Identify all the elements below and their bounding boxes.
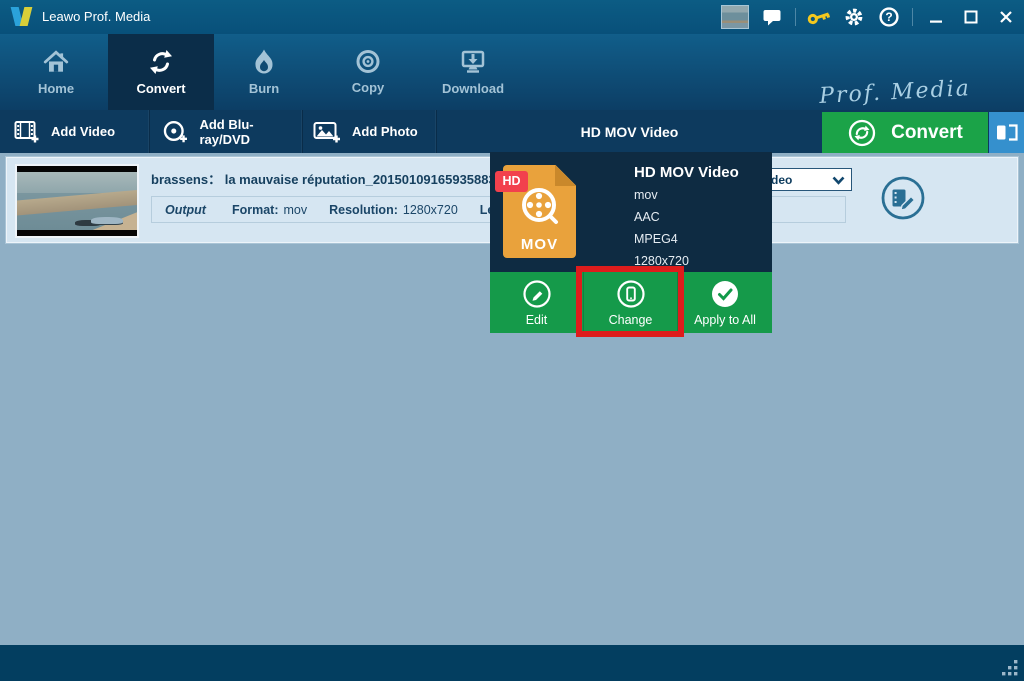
film-edit-icon: [881, 176, 925, 220]
apply-check-icon: [712, 280, 738, 307]
panel-toggle-icon: [996, 124, 1018, 141]
brand-script-logo: Prof. Media: [818, 76, 972, 109]
format-label: Format:: [231, 202, 279, 217]
titlebar: Leawo Prof. Media ?: [0, 0, 1024, 34]
statusbar: [0, 645, 1024, 681]
resolution-label: Resolution:: [329, 202, 398, 217]
resolution-value: 1280x720: [402, 202, 458, 217]
panel-toggle-button[interactable]: [989, 112, 1024, 153]
burn-flame-icon: [255, 49, 273, 74]
mov-ext-label: MOV: [520, 236, 559, 253]
help-icon[interactable]: ?: [877, 5, 901, 29]
popup-profile-title: HD MOV Video: [634, 164, 739, 181]
video-thumbnail[interactable]: [15, 164, 139, 238]
settings-gear-icon[interactable]: [842, 5, 866, 29]
action-toolbar: Add Video Add Blu-ray/DVD Add Photo HD M…: [0, 110, 1024, 153]
video-title: brassens： la mauvaise réputation_2015010…: [151, 172, 496, 187]
convert-icon: [150, 50, 172, 74]
tab-burn[interactable]: Burn: [214, 34, 314, 110]
add-disc-icon: [163, 120, 187, 142]
add-photo-button[interactable]: Add Photo: [303, 110, 437, 153]
apply-to-all-button[interactable]: Apply to All: [678, 272, 772, 333]
edit-video-button[interactable]: [880, 175, 926, 226]
tab-download[interactable]: Download: [418, 34, 528, 110]
main-nav: Home Convert Burn Copy Download Prof. Me…: [0, 34, 1024, 133]
output-profile-label[interactable]: HD MOV Video: [437, 110, 822, 153]
tab-copy[interactable]: Copy: [318, 34, 418, 110]
profile-popup-panel: MOV HD HD MOV Video mov AAC MPEG4 1280x7…: [490, 152, 772, 272]
output-label: Output: [165, 202, 206, 217]
window-title: Leawo Prof. Media: [42, 9, 151, 24]
edit-pencil-icon: [522, 279, 551, 308]
feedback-bubble-icon[interactable]: [760, 5, 784, 29]
tab-convert[interactable]: Convert: [108, 34, 214, 110]
add-video-button[interactable]: Add Video: [0, 110, 150, 153]
svg-text:?: ?: [885, 10, 892, 24]
edit-profile-button[interactable]: Edit: [490, 272, 584, 333]
download-icon: [461, 50, 485, 73]
maximize-button[interactable]: [959, 5, 983, 29]
change-device-icon: [616, 279, 645, 308]
popup-spec-codec: MPEG4: [634, 232, 678, 246]
mov-file-icon: MOV HD: [495, 165, 576, 258]
convert-circle-icon: [848, 119, 876, 146]
tab-home[interactable]: Home: [4, 34, 108, 110]
home-icon: [43, 50, 69, 72]
profile-popup: MOV HD HD MOV Video mov AAC MPEG4 1280x7…: [490, 152, 772, 333]
popup-spec-resolution: 1280x720: [634, 254, 689, 268]
copy-disc-icon: [356, 50, 380, 73]
resize-grip[interactable]: [1002, 660, 1020, 678]
hd-badge: HD: [495, 171, 528, 192]
format-value: mov: [283, 202, 308, 217]
chevron-down-icon: [832, 176, 845, 185]
popup-spec-format: mov: [634, 188, 658, 202]
register-key-icon[interactable]: [807, 5, 831, 29]
convert-button[interactable]: Convert: [822, 112, 988, 153]
titlebar-divider: [795, 8, 796, 26]
change-profile-button[interactable]: Change: [584, 272, 678, 333]
minimize-button[interactable]: [924, 5, 948, 29]
add-video-icon: [14, 120, 39, 142]
add-photo-icon: [313, 121, 340, 142]
app-logo-icon: [10, 6, 34, 27]
titlebar-divider: [912, 8, 913, 26]
popup-spec-audio: AAC: [634, 210, 660, 224]
add-bluray-dvd-button[interactable]: Add Blu-ray/DVD: [151, 110, 303, 153]
media-preview-icon[interactable]: [721, 5, 749, 29]
close-button[interactable]: [994, 5, 1018, 29]
